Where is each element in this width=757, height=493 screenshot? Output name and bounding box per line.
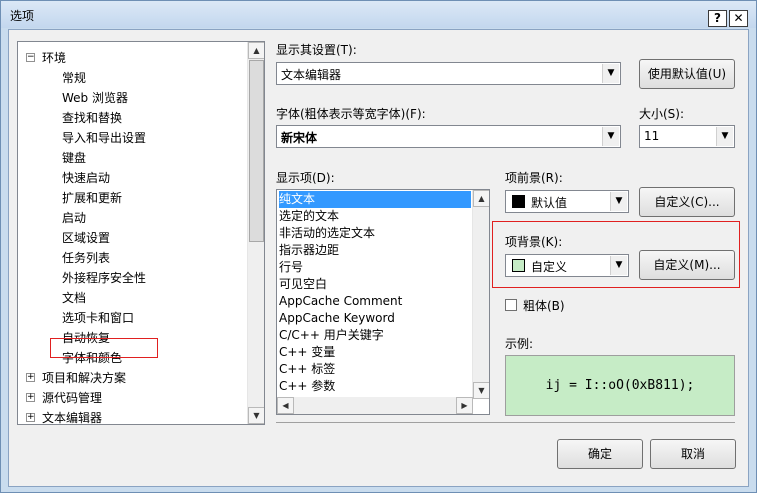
display-item[interactable]: 选定的文本 <box>279 208 339 225</box>
scroll-right-icon[interactable]: ▶ <box>456 397 473 414</box>
display-item[interactable]: AppCache Comment <box>279 293 402 310</box>
tree-item-label: 任务列表 <box>62 251 111 265</box>
tree-item-label: 键盘 <box>62 151 87 165</box>
tree-item-label: Web 浏览器 <box>62 91 128 105</box>
display-item[interactable]: C++ 变量 <box>279 344 335 361</box>
selection-highlight-box <box>50 338 158 358</box>
tree-item-label: 项目和解决方案 <box>42 371 127 385</box>
cancel-button[interactable]: 取消 <box>650 439 736 469</box>
use-defaults-button[interactable]: 使用默认值(U) <box>639 59 735 89</box>
chevron-down-icon[interactable]: ▼ <box>610 192 627 211</box>
footer-divider <box>276 422 735 423</box>
list-horizontal-scrollbar[interactable]: ◀ ▶ <box>277 397 473 414</box>
display-item[interactable]: AppCache Keyword <box>279 310 395 327</box>
sample-text: ij = I::oO(0xB811); <box>545 378 695 393</box>
display-item[interactable]: C++ 参数 <box>279 378 335 395</box>
options-tree[interactable]: − 环境常规 Web 浏览器 查找和替换导入和导出设置 键盘快速启动扩展和更新启动区域设… <box>17 41 265 425</box>
item-foreground-combo[interactable]: 默认值 ▼ <box>505 190 629 213</box>
expand-icon[interactable]: + <box>26 413 35 422</box>
display-item[interactable]: 行号 <box>279 259 303 276</box>
item-background-value: 自定义 <box>531 260 568 274</box>
help-button[interactable]: ? <box>708 10 727 27</box>
tree-item-label: 区域设置 <box>62 231 111 245</box>
display-item[interactable]: C/C++ 用户关键字 <box>279 327 384 344</box>
scroll-left-icon[interactable]: ◀ <box>277 397 294 414</box>
size-value: 11 <box>644 129 660 143</box>
tree-item-label: 源代码管理 <box>42 391 103 405</box>
tree-item-label: 文本编辑器 <box>42 411 103 425</box>
collapse-icon[interactable]: − <box>26 53 35 62</box>
scroll-up-icon[interactable]: ▲ <box>473 190 489 207</box>
scroll-thumb[interactable] <box>249 60 264 242</box>
font-combo[interactable]: 新宋体 ▼ <box>276 125 621 148</box>
sample-label: 示例: <box>505 337 534 351</box>
item-foreground-value: 默认值 <box>531 196 568 210</box>
font-value: 新宋体 <box>281 131 318 145</box>
tree-item-label: 扩展和更新 <box>62 191 123 205</box>
font-label: 字体(粗体表示等宽字体)(F): <box>276 107 426 121</box>
expand-icon[interactable]: + <box>26 373 35 382</box>
tree-item-label: 外接程序安全性 <box>62 271 147 285</box>
item-background-combo[interactable]: 自定义 ▼ <box>505 254 629 277</box>
display-item[interactable]: 指示器边距 <box>279 242 339 259</box>
options-dialog: 选项 ? ✕ − 环境常规 Web 浏览器 查找和替换导入和导出设置 键盘快速启动扩展和… <box>0 0 757 493</box>
chevron-down-icon[interactable]: ▼ <box>602 127 619 146</box>
tree-vertical-scrollbar[interactable]: ▲ ▼ <box>247 42 264 424</box>
tree-item-label: 常规 <box>62 71 87 85</box>
size-label: 大小(S): <box>639 107 685 121</box>
show-settings-combo[interactable]: 文本编辑器 ▼ <box>276 62 621 85</box>
scroll-up-icon[interactable]: ▲ <box>248 42 264 59</box>
scroll-down-icon[interactable]: ▼ <box>473 382 489 399</box>
expand-icon[interactable]: + <box>26 393 35 402</box>
foreground-color-swatch <box>512 195 525 208</box>
display-item[interactable]: C++ 标签 <box>279 361 335 378</box>
chevron-down-icon[interactable]: ▼ <box>610 256 627 275</box>
custom-background-button[interactable]: 自定义(M)... <box>639 250 735 280</box>
tree-item-label: 启动 <box>62 211 87 225</box>
display-item[interactable]: 非活动的选定文本 <box>279 225 375 242</box>
tree-item-label: 文档 <box>62 291 87 305</box>
display-item[interactable]: 可见空白 <box>279 276 327 293</box>
tree-item-label: 选项卡和窗口 <box>62 311 135 325</box>
dialog-body: − 环境常规 Web 浏览器 查找和替换导入和导出设置 键盘快速启动扩展和更新启动区域设… <box>8 29 749 487</box>
background-color-swatch <box>512 259 525 272</box>
bold-label: 粗体(B) <box>523 299 565 313</box>
show-settings-label: 显示其设置(T): <box>276 43 357 57</box>
list-vertical-scrollbar[interactable]: ▲ ▼ <box>472 190 489 399</box>
close-button[interactable]: ✕ <box>729 10 748 27</box>
chevron-down-icon[interactable]: ▼ <box>602 64 619 83</box>
size-combo[interactable]: 11 ▼ <box>639 125 735 148</box>
tree-item-label: 快速启动 <box>62 171 111 185</box>
window-title: 选项 <box>10 9 35 23</box>
ok-button[interactable]: 确定 <box>557 439 643 469</box>
scroll-down-icon[interactable]: ▼ <box>248 407 264 424</box>
custom-foreground-button[interactable]: 自定义(C)... <box>639 187 735 217</box>
bold-checkbox[interactable] <box>505 299 517 311</box>
display-item[interactable]: 纯文本 <box>279 191 471 208</box>
tree-item-label: 查找和替换 <box>62 111 123 125</box>
show-settings-value: 文本编辑器 <box>281 68 342 82</box>
sample-preview: ij = I::oO(0xB811); <box>505 355 735 416</box>
chevron-down-icon[interactable]: ▼ <box>716 127 733 146</box>
tree-item-label: 环境 <box>42 51 67 65</box>
title-bar: 选项 ? ✕ <box>1 1 756 28</box>
item-background-label: 项背景(K): <box>505 235 563 249</box>
display-items-list[interactable]: 纯文本 选定的文本 非活动的选定文本 指示器边距 行号 可见空白 AppCache Comm… <box>276 189 490 415</box>
tree-item-label: 导入和导出设置 <box>62 131 147 145</box>
display-items-label: 显示项(D): <box>276 171 335 185</box>
item-foreground-label: 项前景(R): <box>505 171 563 185</box>
